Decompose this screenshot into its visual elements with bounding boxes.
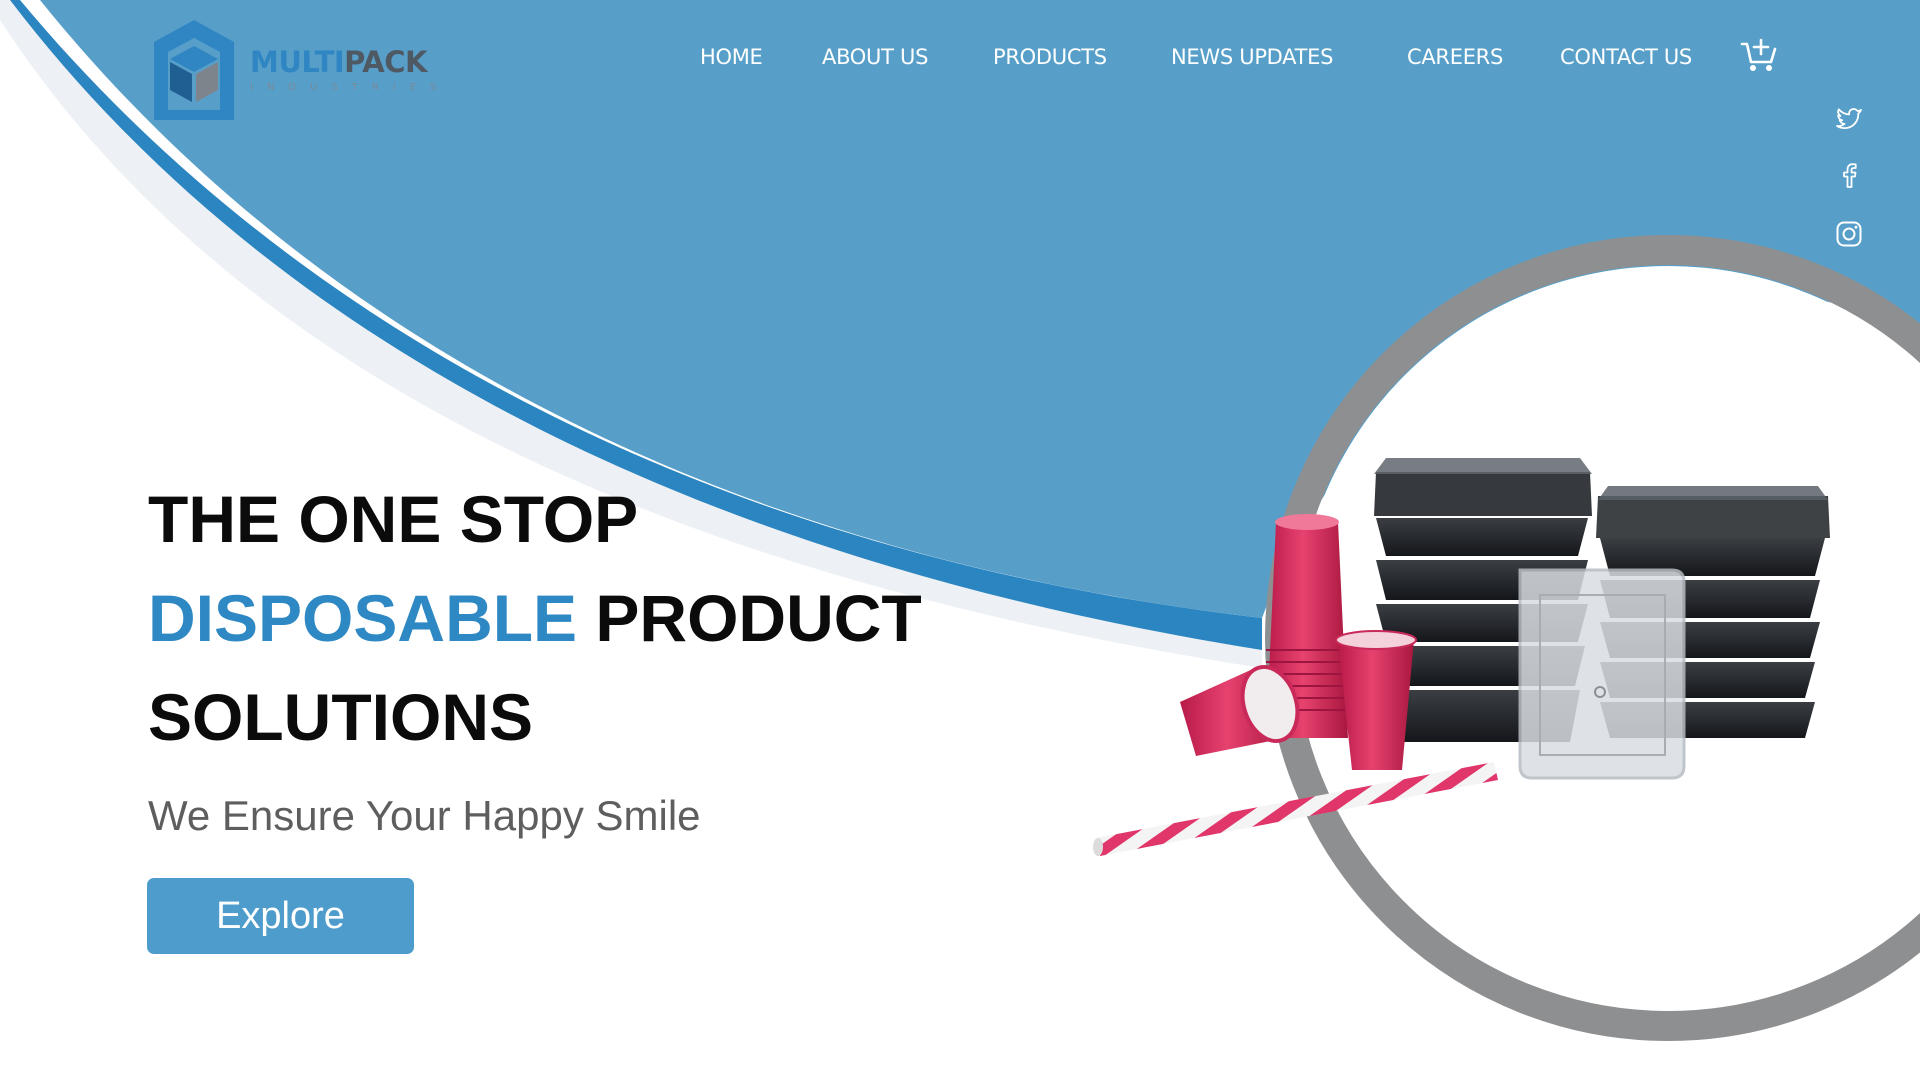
nav-careers[interactable]: CAREERS bbox=[1407, 42, 1503, 72]
nav-contact-us[interactable]: CONTACT US bbox=[1560, 42, 1692, 72]
nav-about-us[interactable]: ABOUT US bbox=[822, 42, 928, 72]
striped-straw bbox=[1093, 762, 1498, 856]
standing-cup bbox=[1335, 630, 1417, 770]
hero-page: MULTIPACK INDUSTRIES HOME ABOUT US PRODU… bbox=[0, 0, 1920, 1080]
clear-container bbox=[1518, 568, 1686, 780]
nav-home[interactable]: HOME bbox=[700, 42, 763, 72]
logo-wordmark: MULTIPACK INDUSTRIES bbox=[250, 44, 451, 93]
explore-button[interactable]: Explore bbox=[147, 878, 414, 954]
twitter-icon[interactable] bbox=[1834, 103, 1864, 133]
hero-subtitle: We Ensure Your Happy Smile bbox=[148, 792, 701, 839]
logo-subtitle: INDUSTRIES bbox=[250, 81, 451, 93]
instagram-icon[interactable] bbox=[1834, 219, 1864, 249]
hero-title-line1: THE ONE STOP bbox=[148, 482, 639, 556]
nav-products[interactable]: PRODUCTS bbox=[993, 42, 1107, 72]
logo-cube-icon bbox=[154, 20, 234, 120]
brand-logo[interactable]: MULTIPACK INDUSTRIES bbox=[148, 16, 468, 124]
hero-title: THE ONE STOP DISPOSABLE PRODUCT SOLUTION… bbox=[148, 470, 922, 767]
cart-add-icon[interactable] bbox=[1740, 36, 1778, 74]
hero-title-line2: PRODUCT bbox=[577, 581, 922, 655]
logo-name-part1: MULTI bbox=[250, 44, 345, 79]
facebook-icon[interactable] bbox=[1834, 160, 1864, 190]
hero-title-line3: SOLUTIONS bbox=[148, 680, 534, 754]
nav-news-updates[interactable]: NEWS UPDATES bbox=[1171, 42, 1333, 72]
logo-name-part2: PACK bbox=[344, 44, 427, 79]
hero-title-accent: DISPOSABLE bbox=[148, 581, 578, 655]
logo-name: MULTIPACK bbox=[250, 44, 450, 79]
product-image bbox=[1093, 458, 1830, 856]
